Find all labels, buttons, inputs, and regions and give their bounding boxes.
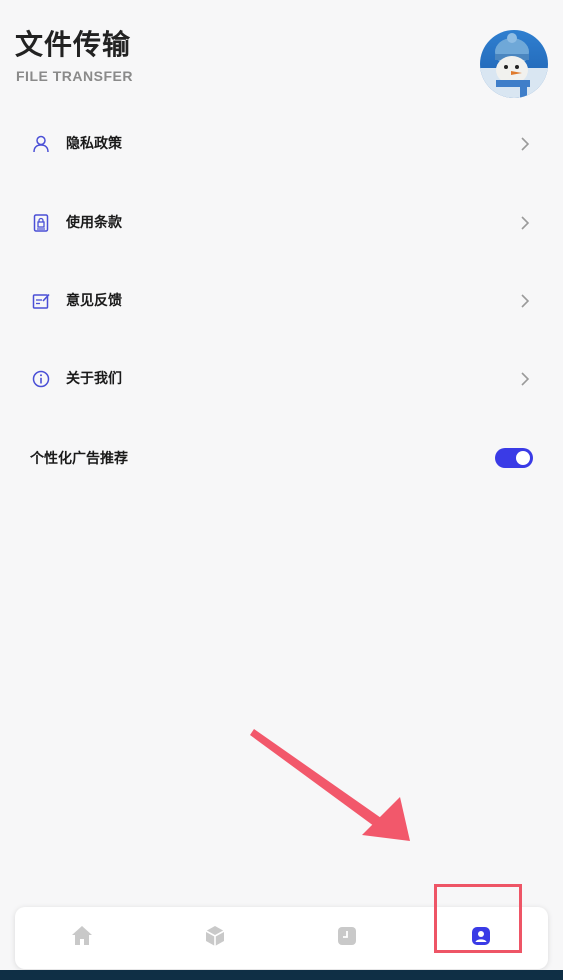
- chevron-right-icon: [518, 293, 532, 309]
- menu-item-privacy-policy[interactable]: 隐私政策: [0, 106, 563, 184]
- chevron-right-icon: [518, 136, 532, 152]
- tab-box[interactable]: [202, 923, 228, 949]
- annotation-arrow: [250, 729, 410, 841]
- menu-item-about-us[interactable]: 关于我们: [0, 341, 563, 419]
- system-nav-strip: [0, 970, 563, 980]
- toggle-knob: [516, 451, 530, 465]
- page-title: 文件传输: [15, 28, 132, 61]
- edit-note-icon: [31, 291, 51, 311]
- info-icon: [31, 369, 51, 389]
- tab-home[interactable]: [69, 923, 95, 949]
- box-icon: [205, 926, 225, 946]
- home-icon: [72, 926, 92, 945]
- page-subtitle: FILE TRANSFER: [16, 68, 133, 84]
- menu-item-label: 使用条款: [66, 215, 122, 231]
- user-avatar[interactable]: [480, 30, 548, 98]
- document-lock-icon: [31, 213, 51, 233]
- header: 文件传输 FILE TRANSFER: [0, 0, 563, 110]
- menu-item-label: 隐私政策: [66, 136, 122, 152]
- menu-item-terms-of-use[interactable]: 使用条款: [0, 185, 563, 263]
- user-avatar-snowman-icon: [480, 30, 548, 98]
- menu-item-label: 意见反馈: [66, 293, 122, 309]
- tab-history[interactable]: [334, 923, 360, 949]
- chevron-right-icon: [518, 371, 532, 387]
- personalized-ads-row: 个性化广告推荐: [0, 440, 563, 480]
- menu-item-label: 关于我们: [66, 371, 122, 387]
- personalized-ads-toggle[interactable]: [495, 448, 533, 468]
- menu-item-feedback[interactable]: 意见反馈: [0, 263, 563, 341]
- personalized-ads-label: 个性化广告推荐: [30, 451, 128, 467]
- clock-icon: [338, 927, 356, 945]
- chevron-right-icon: [518, 215, 532, 231]
- annotation-highlight-box: [434, 884, 522, 953]
- person-icon: [31, 134, 51, 154]
